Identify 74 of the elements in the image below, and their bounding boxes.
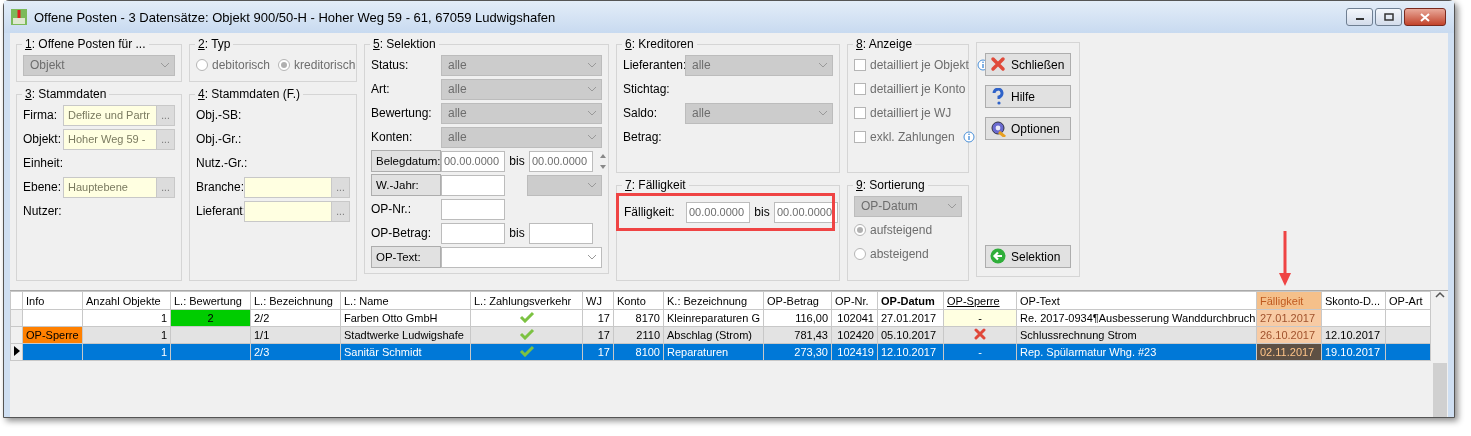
label-button[interactable]: OP-Text: xyxy=(371,246,441,268)
lookup-field[interactable]: Hoher Weg 59 - ... xyxy=(63,128,175,150)
label-button[interactable]: W.-Jahr: xyxy=(371,174,441,196)
column-header[interactable]: Anzahl Objekte xyxy=(82,291,171,310)
column-header[interactable]: K.: Bezeichnung xyxy=(663,291,764,310)
field-label: Betrag: xyxy=(623,130,663,144)
range-label: bis xyxy=(508,226,526,240)
group-title: 1: Offene Posten für ... xyxy=(24,37,147,51)
radio-label: debitorisch xyxy=(212,58,271,72)
range-label: bis xyxy=(753,205,771,219)
field-label: Saldo: xyxy=(623,106,659,120)
field-label: Ebene: xyxy=(23,180,63,194)
column-header[interactable]: Skonto-D... xyxy=(1321,291,1386,310)
input-field[interactable]: 00.00.0000 xyxy=(529,150,593,172)
options-button[interactable]: Optionen xyxy=(985,117,1071,140)
field-label: Firma: xyxy=(23,108,58,122)
help-button[interactable]: Hilfe xyxy=(985,85,1071,108)
column-header[interactable]: Info xyxy=(22,291,83,310)
checkbox-label: detailliert je Objekt xyxy=(870,58,969,72)
checkbox-label: exkl. Zahlungen xyxy=(870,130,955,144)
column-header[interactable]: OP-Datum xyxy=(877,291,944,310)
column-header[interactable]: L.: Name xyxy=(340,291,471,310)
lookup-field[interactable]: Deflize und Partr ... xyxy=(63,104,175,126)
column-header[interactable]: OP-Betrag xyxy=(763,291,832,310)
group-title: 8: Anzeige xyxy=(855,37,914,51)
field-label: Nutzer: xyxy=(23,204,63,218)
group-title: 5: Selektion xyxy=(372,37,437,51)
field-label: OP-Nr.: xyxy=(371,202,412,216)
column-header[interactable]: WJ xyxy=(582,291,614,310)
table-cell: 2 xyxy=(207,312,214,324)
group-title: 2: Typ xyxy=(197,37,232,51)
checkbox-label: detailliert je Konto xyxy=(870,82,966,96)
column-header[interactable]: OP-Nr. xyxy=(831,291,878,310)
group-title: 9: Sortierung xyxy=(855,178,926,192)
checkbox-label: detailliert je WJ xyxy=(870,106,952,120)
field-label: Obj.-Gr.: xyxy=(196,132,243,146)
field-label: Lieferanten: xyxy=(623,58,685,72)
input-field[interactable]: 00.00.0000 xyxy=(774,201,838,223)
field-label: Lieferant: xyxy=(196,204,244,218)
range-label: bis xyxy=(508,154,526,168)
field-label: Branche: xyxy=(196,180,244,194)
table-cell: - xyxy=(978,312,982,324)
field-label: Fälligkeit: xyxy=(624,205,676,219)
group-title: 4: Stammdaten (F.) xyxy=(197,87,302,101)
column-header[interactable]: L.: Zahlungsverkehr xyxy=(470,291,583,310)
column-header[interactable]: OP-Art xyxy=(1385,291,1431,310)
field-label: Status: xyxy=(371,58,410,72)
field-label: OP-Betrag: xyxy=(371,226,433,240)
column-header[interactable]: Konto xyxy=(613,291,664,310)
field-label: Konten: xyxy=(371,130,414,144)
group-title: 7: Fälligkeit xyxy=(624,178,687,192)
close-dialog-button[interactable]: Schließen xyxy=(985,53,1071,76)
input-field[interactable]: 00.00.0000 xyxy=(686,201,750,223)
lookup-field[interactable]: Hauptebene ... xyxy=(63,176,175,198)
group-title: 3: Stammdaten xyxy=(24,87,108,101)
group-title: 6: Kreditoren xyxy=(624,37,695,51)
radio-label: kreditorisch xyxy=(294,58,356,72)
column-header[interactable]: OP-Text xyxy=(1016,291,1257,310)
window-title: Offene Posten - 3 Datensätze: Objekt 900/50-H - Hoher Weg 59 - 61, 67059 Ludwigshafen xyxy=(34,9,557,25)
field-label: Obj.-SB: xyxy=(196,108,243,122)
radio-label: absteigend xyxy=(870,247,929,261)
input-field[interactable]: 00.00.0000 xyxy=(441,150,505,172)
field-label: Art: xyxy=(371,82,391,96)
column-header[interactable]: L.: Bezeichnung xyxy=(250,291,341,310)
field-label: Einheit: xyxy=(23,156,63,170)
field-label: Objekt: xyxy=(23,132,62,146)
selection-button[interactable]: Selektion xyxy=(985,245,1071,268)
radio-label: aufsteigend xyxy=(870,223,933,237)
field-label: Stichtag: xyxy=(623,82,671,96)
label-button[interactable]: Belegdatum: xyxy=(371,150,441,172)
field-label: Bewertung: xyxy=(371,106,433,120)
column-header[interactable]: L.: Bewertung xyxy=(170,291,251,310)
table-cell: OP-Sperre xyxy=(26,329,79,341)
column-header[interactable]: OP-Sperre xyxy=(943,291,1017,310)
